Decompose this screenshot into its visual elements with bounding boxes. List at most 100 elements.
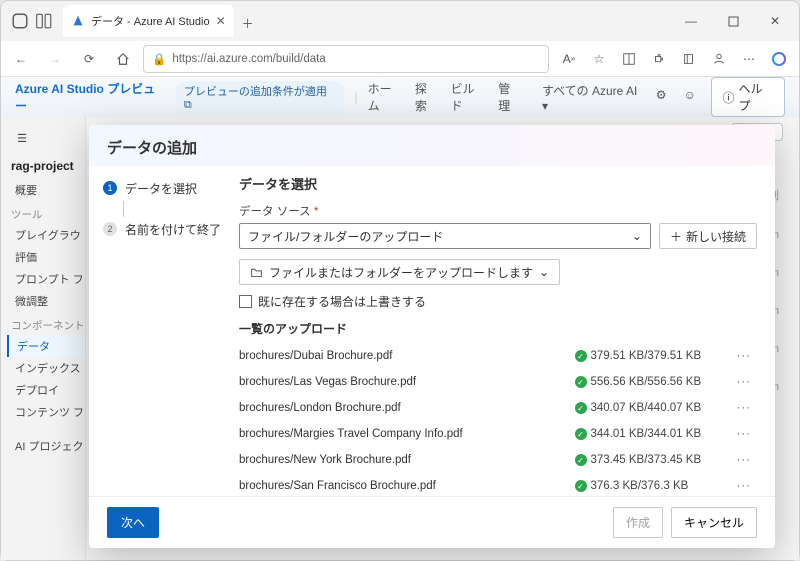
help-button[interactable]: ⓘ ヘルプ bbox=[711, 77, 785, 117]
sidebar-item-aiproject[interactable]: AI プロジェク bbox=[7, 435, 85, 457]
address-bar: ← → ⟳ 🔒 https://ai.azure.com/build/data … bbox=[1, 41, 799, 77]
browser-tab[interactable]: データ - Azure AI Studio ✕ bbox=[63, 5, 234, 37]
create-button[interactable]: 作成 bbox=[613, 507, 663, 538]
brand-label[interactable]: Azure AI Studio プレビュー bbox=[15, 80, 166, 114]
read-aloud-icon[interactable]: A» bbox=[555, 45, 583, 73]
sidebar-item-eval[interactable]: 評価 bbox=[7, 246, 85, 268]
sidebar: ☰ rag-project 概要 ツール プレイグラウ 評価 プロンプト フ 微… bbox=[1, 117, 86, 560]
file-more-icon[interactable]: ··· bbox=[731, 402, 758, 414]
step-2[interactable]: 2 名前を付けて終了 bbox=[103, 217, 231, 242]
success-icon: ✓ bbox=[575, 454, 587, 466]
hamburger-icon[interactable]: ☰ bbox=[9, 125, 35, 151]
split-icon[interactable] bbox=[615, 45, 643, 73]
sidebar-item-index[interactable]: インデックス bbox=[7, 357, 85, 379]
menu-explore[interactable]: 探索 bbox=[415, 80, 439, 114]
step-2-label: 名前を付けて終了 bbox=[125, 221, 221, 238]
workspaces-icon[interactable] bbox=[35, 12, 53, 30]
tab-close-icon[interactable]: ✕ bbox=[216, 14, 226, 28]
overwrite-checkbox[interactable] bbox=[239, 295, 252, 308]
file-name: brochures/Margies Travel Company Info.pd… bbox=[239, 428, 575, 440]
step-1-label: データを選択 bbox=[125, 180, 197, 197]
menu-home[interactable]: ホーム bbox=[368, 80, 403, 114]
tab-title: データ - Azure AI Studio bbox=[91, 13, 210, 29]
window-close-button[interactable]: ✕ bbox=[755, 5, 795, 37]
window-minimize-button[interactable]: ― bbox=[671, 5, 711, 37]
copilot-icon[interactable] bbox=[765, 45, 793, 73]
file-more-icon[interactable]: ··· bbox=[731, 376, 758, 388]
dialog-title: データの追加 bbox=[89, 125, 775, 166]
titlebar-left bbox=[5, 12, 53, 30]
success-icon: ✓ bbox=[575, 376, 587, 388]
preview-pill[interactable]: プレビューの追加条件が適用 ⧉ bbox=[176, 81, 345, 114]
file-more-icon[interactable]: ··· bbox=[731, 454, 758, 466]
back-button[interactable]: ← bbox=[7, 45, 35, 73]
sidebar-item-finetune[interactable]: 微調整 bbox=[7, 290, 85, 312]
top-menu: ホーム 探索 ビルド 管理 bbox=[368, 80, 522, 114]
file-more-icon[interactable]: ··· bbox=[731, 428, 758, 440]
menu-manage[interactable]: 管理 bbox=[498, 80, 522, 114]
upload-file-row: brochures/Dubai Brochure.pdf✓379.51 KB/3… bbox=[239, 343, 757, 369]
upload-list-heading: 一覧のアップロード bbox=[239, 320, 757, 337]
directory-selector[interactable]: すべての Azure AI ▾ bbox=[542, 82, 646, 113]
menu-build[interactable]: ビルド bbox=[451, 80, 487, 114]
sidebar-group-tools: ツール bbox=[7, 201, 85, 224]
profile-icon[interactable] bbox=[11, 12, 29, 30]
settings-gear-icon[interactable]: ⚙ bbox=[656, 88, 674, 106]
feedback-icon[interactable]: ☺ bbox=[684, 88, 702, 106]
extensions-icon[interactable] bbox=[645, 45, 673, 73]
window-maximize-button[interactable] bbox=[713, 5, 753, 37]
forward-button[interactable]: → bbox=[41, 45, 69, 73]
addr-right: A» ☆ ⋯ bbox=[555, 45, 793, 73]
overwrite-label: 既に存在する場合は上書きする bbox=[258, 293, 426, 310]
file-name: brochures/New York Brochure.pdf bbox=[239, 454, 575, 466]
file-name: brochures/London Brochure.pdf bbox=[239, 402, 575, 414]
upload-files-button[interactable]: ファイルまたはフォルダーをアップロードします ⌄ bbox=[239, 259, 560, 285]
upload-file-row: brochures/London Brochure.pdf✓340.07 KB/… bbox=[239, 395, 757, 421]
refresh-button[interactable]: ⟳ bbox=[75, 45, 103, 73]
project-name: rag-project bbox=[7, 155, 85, 179]
upload-file-row: brochures/Margies Travel Company Info.pd… bbox=[239, 421, 757, 447]
file-size: 556.56 KB/556.56 KB bbox=[591, 376, 731, 388]
data-source-value: ファイル/フォルダーのアップロード bbox=[248, 228, 443, 245]
add-data-dialog: データの追加 1 データを選択 2 名前を付けて終了 データを選択 bbox=[89, 125, 775, 548]
dialog-footer: 次へ 作成 キャンセル bbox=[89, 496, 775, 548]
wizard-steps: 1 データを選択 2 名前を付けて終了 bbox=[89, 166, 235, 496]
step-1[interactable]: 1 データを選択 bbox=[103, 176, 231, 201]
file-more-icon[interactable]: ··· bbox=[731, 350, 758, 362]
url-box[interactable]: 🔒 https://ai.azure.com/build/data bbox=[143, 45, 549, 73]
azure-favicon-icon bbox=[71, 14, 85, 28]
source-label: データ ソース * bbox=[239, 203, 757, 219]
account-icon[interactable] bbox=[705, 45, 733, 73]
collections-icon[interactable] bbox=[675, 45, 703, 73]
cancel-button[interactable]: キャンセル bbox=[671, 507, 757, 538]
more-icon[interactable]: ⋯ bbox=[735, 45, 763, 73]
lock-icon: 🔒 bbox=[152, 52, 166, 66]
success-icon: ✓ bbox=[575, 350, 587, 362]
home-button[interactable] bbox=[109, 45, 137, 73]
sidebar-item-data[interactable]: データ bbox=[7, 335, 85, 357]
sidebar-item-playground[interactable]: プレイグラウ bbox=[7, 224, 85, 246]
success-icon: ✓ bbox=[575, 480, 587, 492]
sidebar-item-promptflow[interactable]: プロンプト フ bbox=[7, 268, 85, 290]
sidebar-item-contentfilter[interactable]: コンテンツ フ bbox=[7, 401, 85, 423]
data-source-select[interactable]: ファイル/フォルダーのアップロード ⌄ bbox=[239, 223, 651, 249]
upload-file-row: brochures/Las Vegas Brochure.pdf✓ 556.56 … bbox=[239, 369, 757, 395]
file-name: brochures/Las Vegas Brochure.pdf bbox=[239, 376, 575, 388]
upload-file-row: brochures/New York Brochure.pdf✓373.45 K… bbox=[239, 447, 757, 473]
file-size: 379.51 KB/379.51 KB bbox=[591, 350, 731, 362]
step-bullet-active: 1 bbox=[103, 181, 117, 195]
sidebar-item-deploy[interactable]: デプロイ bbox=[7, 379, 85, 401]
chevron-down-icon: ⌄ bbox=[632, 229, 642, 243]
file-size: 376.3 KB/376.3 KB bbox=[591, 480, 731, 492]
chevron-down-icon: ⌄ bbox=[539, 265, 549, 279]
edge-window: データ - Azure AI Studio ✕ ＋ ― ✕ ← → ⟳ 🔒 ht… bbox=[0, 0, 800, 561]
file-size: 344.01 KB/344.01 KB bbox=[591, 428, 731, 440]
new-tab-button[interactable]: ＋ bbox=[234, 9, 262, 37]
overwrite-row[interactable]: 既に存在する場合は上書きする bbox=[239, 293, 757, 310]
favorite-icon[interactable]: ☆ bbox=[585, 45, 613, 73]
new-connection-button[interactable]: ＋ 新しい接続 bbox=[659, 223, 757, 249]
step-bullet-idle: 2 bbox=[103, 222, 117, 236]
file-more-icon[interactable]: ··· bbox=[731, 480, 758, 492]
next-button[interactable]: 次へ bbox=[107, 507, 159, 538]
sidebar-item-overview[interactable]: 概要 bbox=[7, 179, 85, 201]
